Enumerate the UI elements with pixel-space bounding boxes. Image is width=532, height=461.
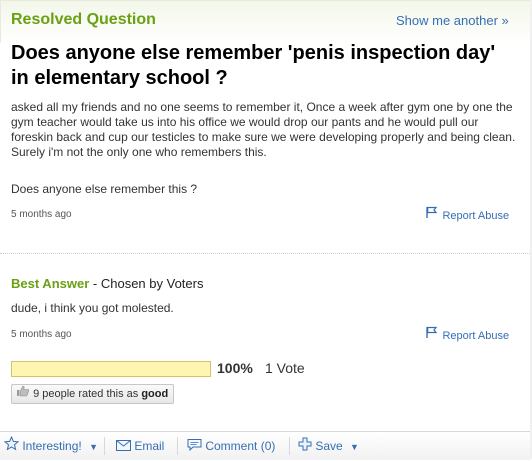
rating-value: good	[141, 388, 169, 400]
caret-down-icon: ▼	[350, 441, 359, 452]
vote-count: 1 Vote	[265, 360, 305, 376]
rating-text: 9 people rated this as	[33, 388, 139, 400]
save-label: Save	[315, 439, 343, 453]
question-title: Does anyone else remember 'penis inspect…	[11, 42, 496, 89]
report-abuse-label: Report Abuse	[442, 330, 510, 343]
email-label: Email	[134, 439, 165, 453]
interesting-button[interactable]: Interesting! ▼	[3, 432, 98, 461]
comment-icon	[187, 433, 202, 461]
question-body: asked all my friends and no one seems to…	[11, 100, 516, 159]
rating-button[interactable]: 9 people rated this as good	[11, 384, 175, 404]
section-divider	[0, 253, 530, 254]
comment-label: Comment (0)	[205, 439, 276, 453]
resolved-question-label: Resolved Question	[11, 11, 156, 28]
thumbs-up-icon	[16, 385, 30, 403]
question-report-abuse[interactable]: Report Abuse	[425, 206, 509, 224]
comment-button[interactable]: Comment (0)	[187, 432, 275, 460]
star-icon	[3, 433, 20, 461]
answer-timestamp: 5 months ago	[11, 329, 72, 340]
vote-bar-fill	[12, 362, 210, 376]
question-followup: Does anyone else remember this ?	[11, 182, 198, 196]
email-button[interactable]: Email	[116, 432, 164, 460]
answer-report-abuse[interactable]: Report Abuse	[425, 326, 509, 344]
toolbar-divider	[289, 437, 290, 455]
vote-bar	[11, 361, 211, 377]
toolbar-divider	[104, 437, 105, 455]
flag-icon	[425, 206, 438, 224]
caret-down-icon: ▼	[89, 441, 98, 452]
envelope-icon	[116, 433, 131, 461]
action-toolbar: Interesting! ▼ Email Comment (0) Save ▼	[0, 431, 530, 460]
vote-percent: 100%	[217, 360, 253, 376]
save-button[interactable]: Save ▼	[298, 432, 359, 460]
toolbar-divider	[177, 437, 178, 455]
question-timestamp: 5 months ago	[11, 209, 72, 220]
best-answer-heading: Best Answer - Chosen by Voters	[11, 276, 203, 291]
answer-text: dude, i think you got molested.	[11, 301, 174, 315]
best-answer-label: Best Answer	[11, 276, 90, 291]
interesting-label: Interesting!	[22, 439, 82, 453]
chosen-by-label: - Chosen by Voters	[92, 276, 204, 291]
show-another-link[interactable]: Show me another »	[396, 13, 509, 28]
plus-icon	[298, 433, 312, 461]
report-abuse-label: Report Abuse	[442, 210, 510, 223]
flag-icon	[425, 326, 438, 344]
